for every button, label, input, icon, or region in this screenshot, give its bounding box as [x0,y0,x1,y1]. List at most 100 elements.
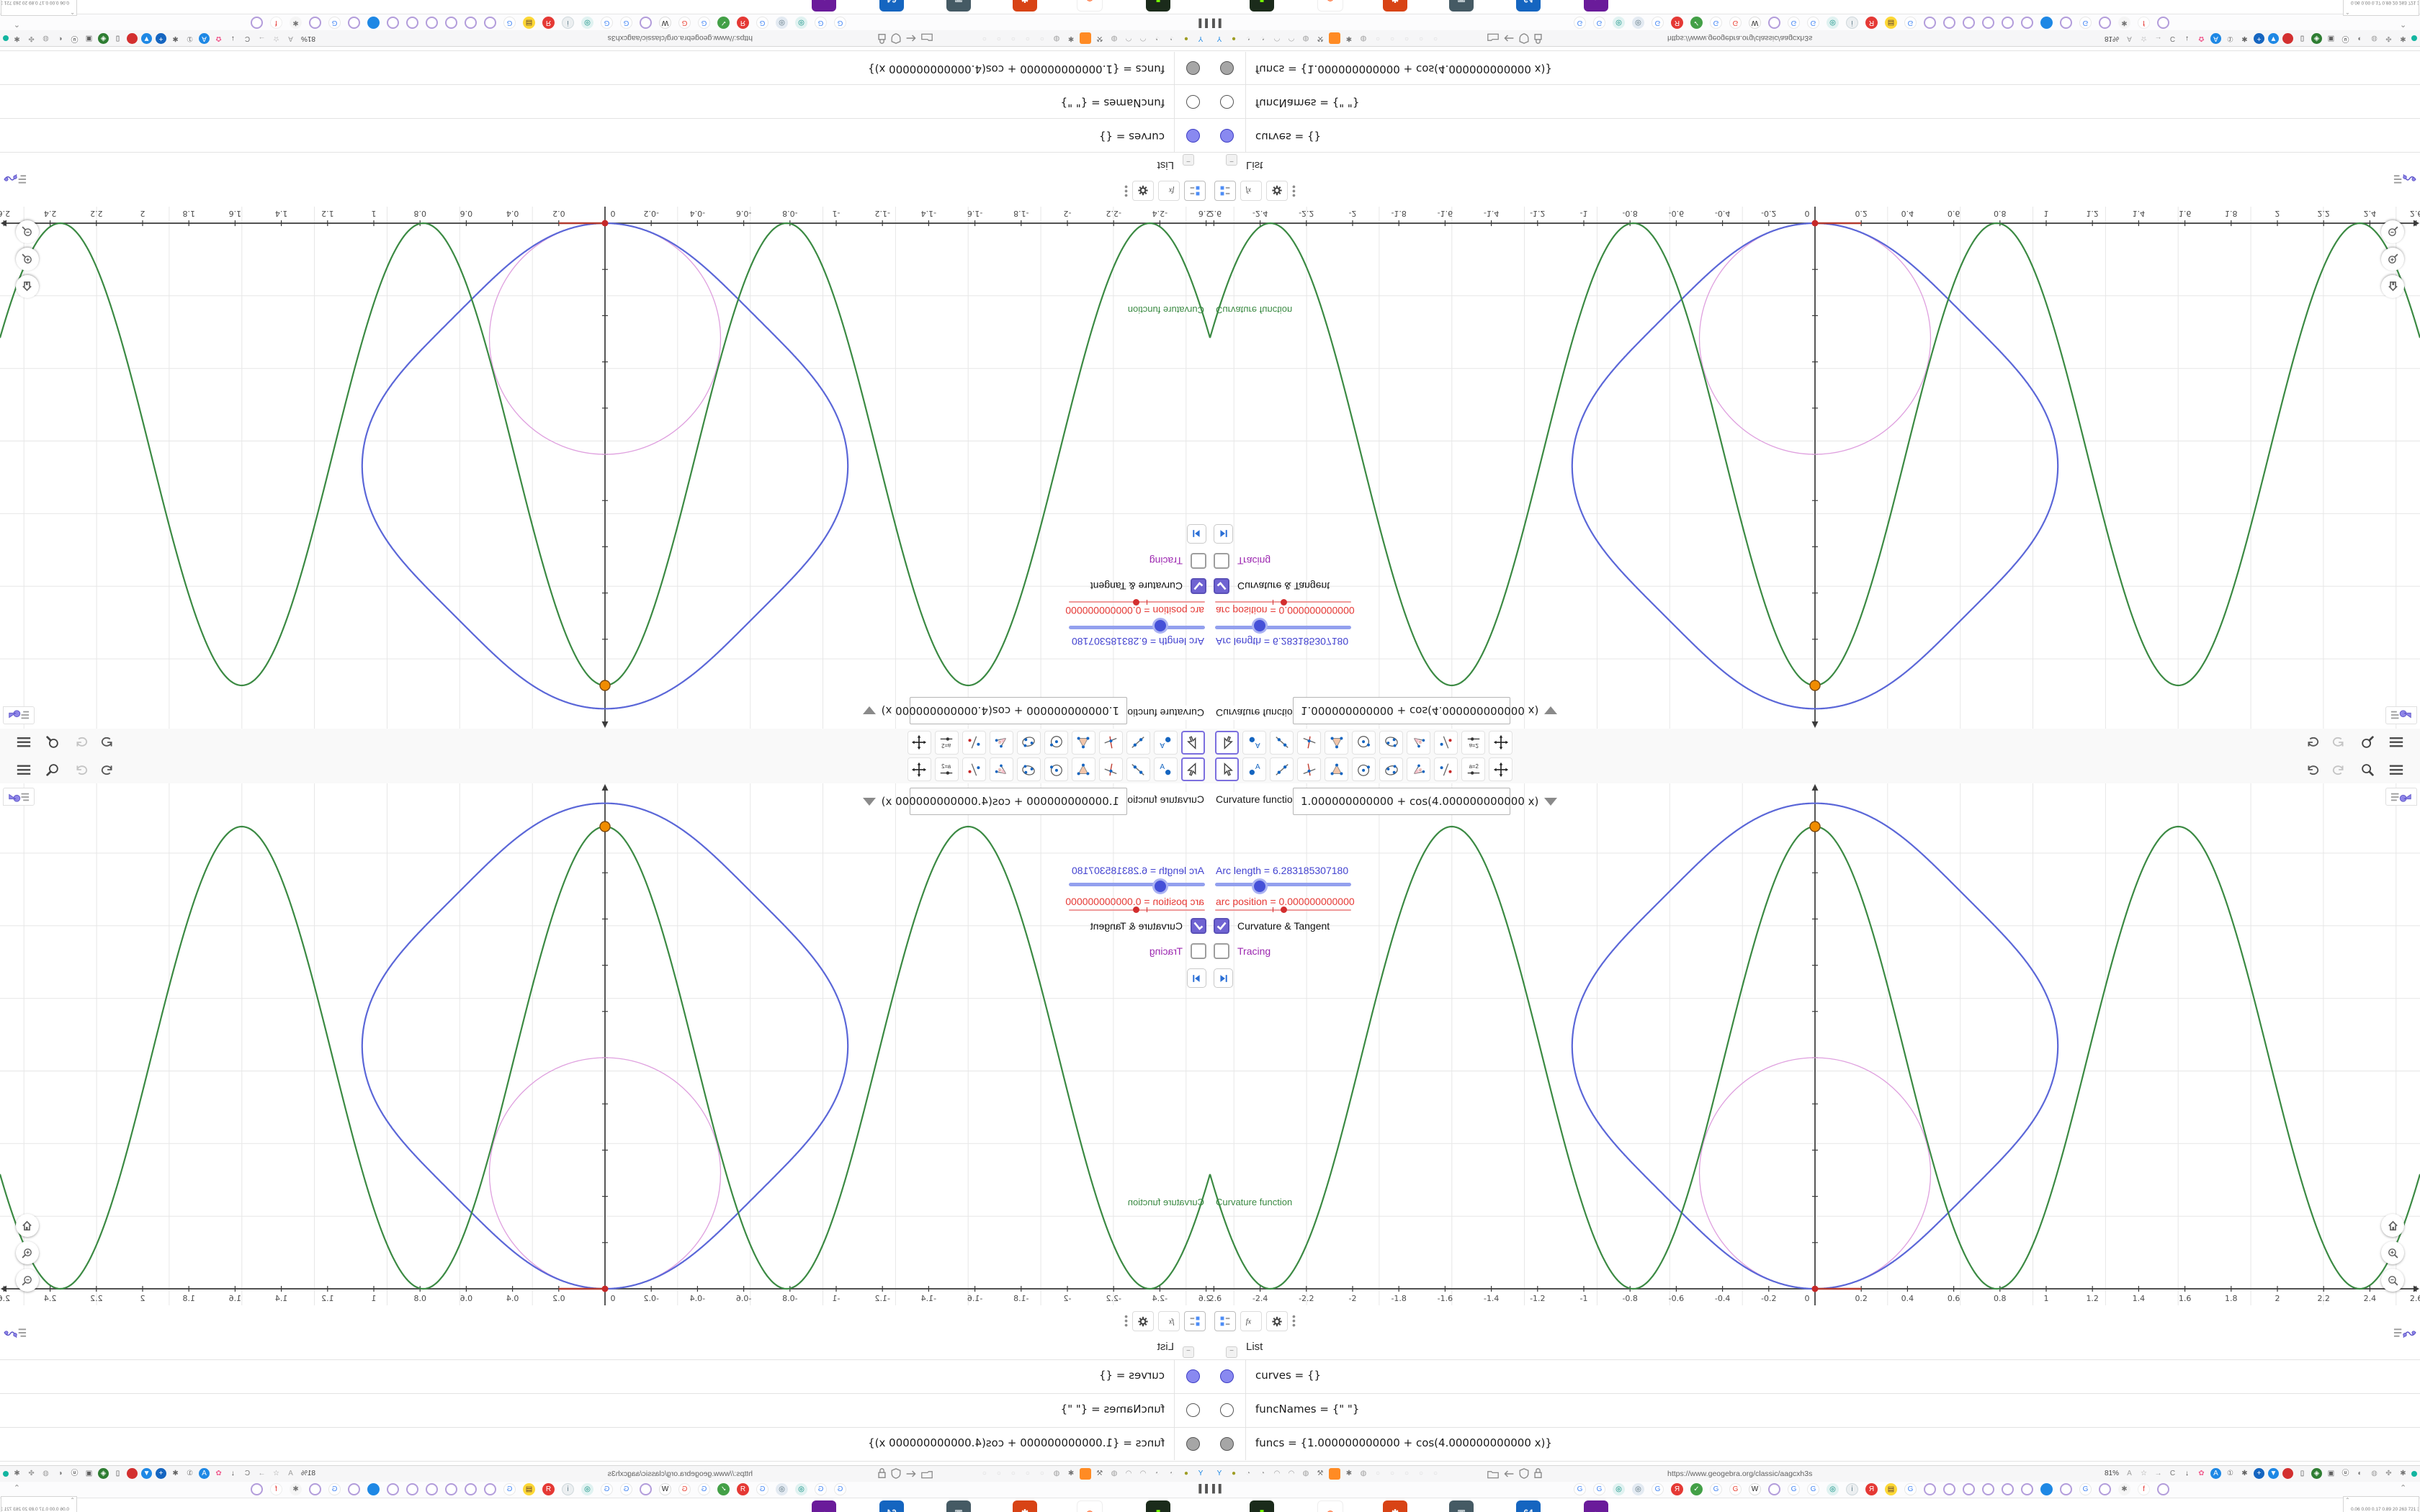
tools-gear-icon[interactable]: ✱ [12,33,22,44]
arc-position-slider[interactable] [1069,906,1205,913]
check-favicon[interactable]: ✓ [1690,1483,1703,1495]
tool-point[interactable]: A [1154,757,1178,781]
algebra-kebab-menu[interactable]: • • • [1124,1310,1128,1331]
shield-icon[interactable]: ◐ [55,33,66,44]
wiki-favicon[interactable]: W [659,1483,671,1495]
list-collapse-button[interactable]: − [1183,154,1194,166]
tool-circle[interactable] [1352,757,1376,781]
faded-dot-icon[interactable]: ○ [1372,1468,1384,1480]
meter-icon[interactable]: ◔ [1242,32,1254,44]
default-favicon[interactable] [406,1483,418,1495]
function-dropdown[interactable]: 1.000000000000 + cos(4.000000000000 x) [1293,697,1558,724]
yandex-favicon[interactable]: Я [1671,1483,1683,1495]
tab-favicon-private[interactable]: ◒ [1584,1500,1608,1512]
shield-icon[interactable] [1519,33,1529,44]
visibility-marble-curves[interactable] [1186,1369,1200,1383]
play-button[interactable] [1187,968,1206,988]
tool-perpendicular-line[interactable] [1099,731,1123,755]
collapse-caret-icon[interactable]: ⌃ [14,19,20,29]
default-favicon[interactable] [640,17,652,29]
default-favicon[interactable] [1982,1483,1994,1495]
google-favicon[interactable]: G [678,17,691,29]
refresh-icon[interactable]: C [2167,33,2178,44]
globe-icon[interactable]: ◍ [2369,33,2380,44]
google-favicon[interactable]: G [503,17,516,29]
tool-move[interactable] [1215,757,1239,781]
list-collapse-button[interactable]: − [1226,154,1237,166]
palette-icon[interactable]: ✿ [213,1468,224,1479]
default-favicon[interactable] [348,17,360,29]
record-icon[interactable] [2282,33,2293,44]
default-favicon[interactable] [251,1483,263,1495]
gear-icon[interactable]: ✱ [2239,33,2250,44]
vpn-icon[interactable]: ▼ [141,33,152,44]
image-favicon[interactable]: ▤ [1885,17,1897,29]
back-arrow-icon[interactable] [1503,34,1515,44]
palette-icon[interactable]: ✿ [2196,1468,2207,1479]
pin-icon[interactable]: Y [1214,32,1225,44]
tool-move[interactable] [1181,757,1205,781]
google-favicon[interactable]: G [620,1483,632,1495]
google-favicon[interactable]: G [1593,1483,1605,1495]
shield-icon[interactable]: ◐ [2354,33,2365,44]
algebra-input-fx-button[interactable]: fx [1158,1311,1180,1331]
menu-button[interactable] [2384,732,2408,753]
google-favicon[interactable]: G [834,17,846,29]
gear-favicon[interactable]: ✱ [290,1483,302,1495]
tab-favicon-monitor[interactable]: ▣ [1449,1500,1474,1512]
site-favicon[interactable]: ◎ [795,17,807,29]
tool-ellipse[interactable] [1017,731,1041,755]
share-icon[interactable]: ◈ [98,1468,109,1479]
tool-point[interactable]: A [1242,731,1266,755]
default-favicon[interactable] [2002,1483,2014,1495]
badge-one-icon[interactable]: ① [2225,1468,2236,1479]
puzzle-icon[interactable]: ✤ [2383,1468,2394,1479]
gear-favicon[interactable]: ✱ [2118,1483,2130,1495]
download-icon[interactable]: ↓ [228,33,238,44]
default-favicon[interactable] [465,17,477,29]
trash-icon[interactable]: ▯ [112,33,123,44]
default-favicon[interactable] [387,1483,399,1495]
undo-button[interactable] [96,759,120,780]
faded-dot-icon[interactable]: ○ [1415,1468,1427,1480]
google-favicon[interactable]: G [1788,1483,1800,1495]
tool-slider[interactable]: a=2 [935,757,959,781]
globe-icon[interactable]: ◍ [2369,1468,2380,1479]
tool-point[interactable]: A [1242,757,1266,781]
tool-reflect-about-line[interactable] [1434,757,1458,781]
tab-favicon-firefox[interactable]: ◉ [1317,1500,1343,1512]
redo-button[interactable] [2327,759,2352,780]
menu-button[interactable] [2384,759,2408,780]
google-favicon[interactable]: G [1807,1483,1819,1495]
algebra-row-curves[interactable]: curves = {} [1210,1359,2420,1394]
google-favicon[interactable]: G [698,17,710,29]
faded-dot-icon[interactable]: ○ [1386,32,1398,44]
faded-dot-icon[interactable]: ○ [1008,1468,1019,1480]
tool-move-graphics-view[interactable] [1489,757,1512,781]
tab-favicon-firefox[interactable]: ◉ [1077,0,1103,12]
default-favicon[interactable] [1943,17,1955,29]
google-favicon[interactable]: G [1710,17,1722,29]
back-arrow-icon[interactable] [905,1469,917,1479]
refresh-icon[interactable]: C [2167,1468,2178,1479]
tool-ellipse[interactable] [1379,731,1403,755]
clipboard-icon[interactable]: ▣ [2326,33,2336,44]
gear-icon[interactable]: ✱ [1343,32,1355,44]
tool-move-graphics-view[interactable] [908,757,931,781]
gear-icon[interactable]: ✱ [2239,1468,2250,1479]
google-favicon[interactable]: G [756,17,768,29]
meter-icon[interactable]: ◔ [1257,32,1268,44]
reader-icon[interactable]: A [285,1468,296,1479]
url-text[interactable]: https://www.geogebra.org/classic/aagcxh3… [1667,1470,1812,1478]
default-favicon[interactable] [2021,17,2033,29]
faded-dot-icon[interactable]: ○ [1008,32,1019,44]
back-arrow-icon[interactable] [1503,1469,1515,1479]
site-favicon[interactable]: ◎ [1632,1483,1644,1495]
undo-button[interactable] [2300,759,2324,780]
globe-icon[interactable]: ◍ [1051,1468,1062,1480]
gear-icon[interactable]: ✱ [1065,1468,1077,1480]
tool-slider[interactable]: a=2 [1461,757,1485,781]
site-favicon[interactable]: ◎ [1827,17,1839,29]
algebra-sort-button[interactable] [1214,181,1236,201]
faded-dot-icon[interactable]: ○ [993,1468,1005,1480]
